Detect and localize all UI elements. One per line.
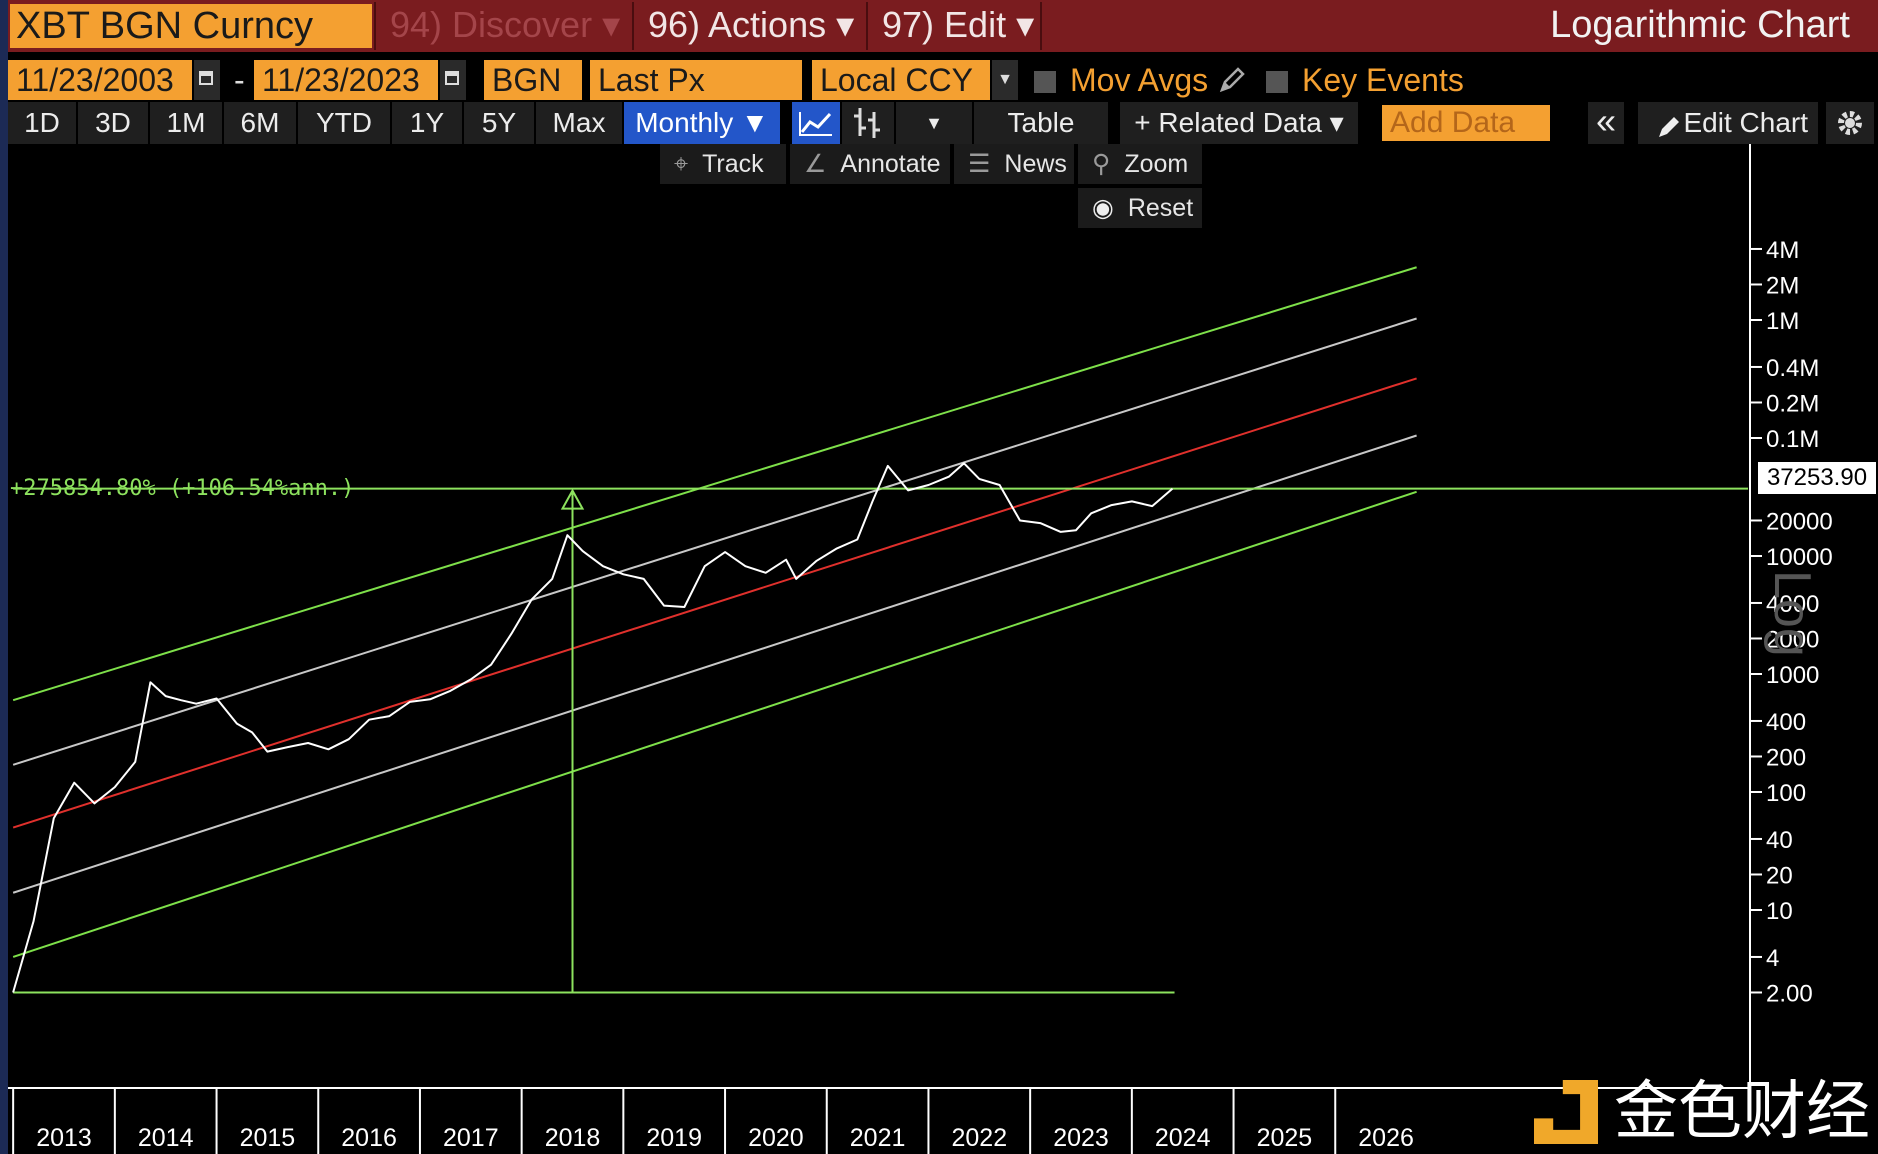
- channel-line-middle: [12, 377, 1417, 829]
- x-tick-label: 2022: [951, 1124, 1007, 1152]
- y-tick-label: 10000: [1766, 544, 1833, 571]
- reset-icon: ◉: [1092, 194, 1114, 222]
- reset-label: Reset: [1127, 194, 1194, 222]
- news-button[interactable]: ☰ News: [954, 144, 1074, 184]
- y-tick-label: 2.00: [1766, 980, 1813, 1007]
- news-icon: ☰: [968, 150, 991, 178]
- y-tick-label: 1000: [1766, 662, 1819, 689]
- channel-line-lower: [12, 490, 1417, 958]
- x-tick-label: 2024: [1155, 1124, 1211, 1152]
- y-tick-label: 10: [1766, 898, 1793, 925]
- track-label: Track: [702, 150, 764, 178]
- channel-line-lower-inner: [12, 434, 1417, 894]
- x-tick-label: 2023: [1053, 1124, 1109, 1152]
- x-tick-label: 2026: [1358, 1124, 1414, 1152]
- track-button[interactable]: ⌖ Track: [660, 144, 786, 184]
- y-tick-label: 4: [1766, 945, 1779, 972]
- channel-line-upper-inner: [12, 317, 1417, 766]
- y-tick-label: 400: [1766, 709, 1806, 736]
- x-tick-label: 2018: [545, 1124, 601, 1152]
- last-price-label: 37253.90: [1758, 462, 1876, 494]
- price-line: [12, 462, 1174, 993]
- x-tick-label: 2020: [748, 1124, 804, 1152]
- annotate-label: Annotate: [840, 150, 941, 178]
- y-tick-label: 4M: [1766, 237, 1799, 264]
- x-tick-label: 2014: [138, 1124, 194, 1152]
- y-tick-label: 0.2M: [1766, 390, 1819, 417]
- x-tick-label: 2013: [36, 1124, 92, 1152]
- y-tick-label: 20000: [1766, 508, 1833, 535]
- y-tick-label: 100: [1766, 780, 1806, 807]
- x-tick-label: 2017: [443, 1124, 499, 1152]
- y-tick-label: 1M: [1766, 308, 1799, 335]
- crosshair-icon: ⌖: [674, 150, 689, 178]
- x-tick-label: 2016: [341, 1124, 397, 1152]
- x-tick-label: 2025: [1257, 1124, 1313, 1152]
- y-tick-label: 200: [1766, 744, 1806, 771]
- news-label: News: [1004, 150, 1067, 178]
- watermark-text: 金色财经: [1614, 1075, 1870, 1149]
- zoom-button[interactable]: ⚲ Zoom: [1078, 144, 1202, 184]
- y-tick-label: 40: [1766, 827, 1793, 854]
- annotate-icon: ∠: [804, 150, 827, 178]
- x-tick-label: 2021: [850, 1124, 906, 1152]
- log-scale-label: Log: [1763, 570, 1821, 657]
- reset-button[interactable]: ◉ Reset: [1078, 188, 1202, 228]
- search-icon: ⚲: [1092, 150, 1111, 178]
- y-tick-label: 2M: [1766, 272, 1799, 299]
- zoom-label: Zoom: [1124, 150, 1189, 178]
- y-tick-label: 0.4M: [1766, 355, 1819, 382]
- x-tick-label: 2019: [646, 1124, 702, 1152]
- y-tick-label: 0.1M: [1766, 426, 1819, 453]
- measure-annotation: +275854.80% (+106.54%ann.): [10, 476, 355, 501]
- y-tick-label: 20: [1766, 862, 1793, 889]
- x-tick-label: 2015: [240, 1124, 296, 1152]
- annotate-button[interactable]: ∠ Annotate: [790, 144, 950, 184]
